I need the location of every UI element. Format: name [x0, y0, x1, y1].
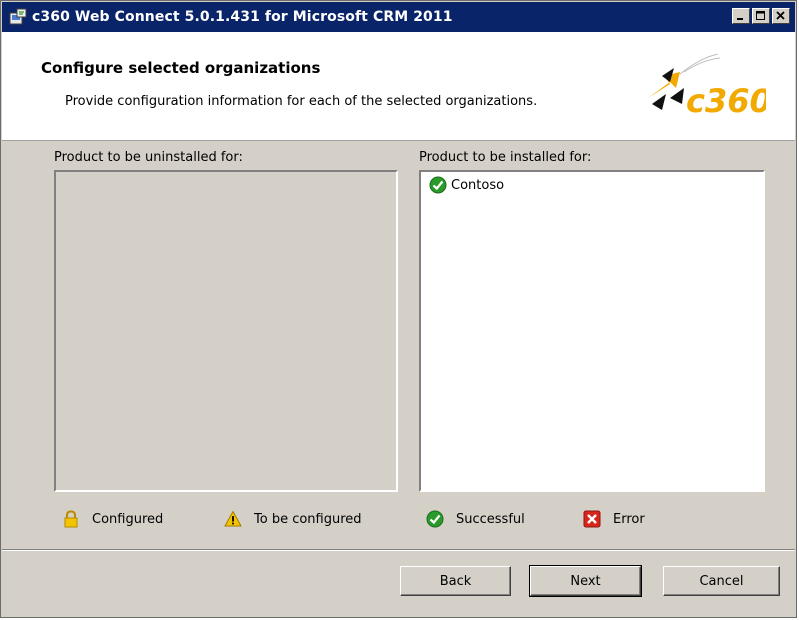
window-controls: [732, 8, 790, 24]
error-x-icon: [583, 510, 601, 528]
legend-error: Error: [583, 510, 645, 528]
title-bar[interactable]: c360 Web Connect 5.0.1.431 for Microsoft…: [2, 2, 795, 32]
warning-icon: [224, 510, 242, 527]
success-check-icon: [426, 510, 444, 528]
installer-app-icon: [8, 7, 28, 27]
legend-label-error: Error: [613, 511, 645, 527]
maximize-icon: [756, 11, 765, 20]
page-description: Provide configuration information for ea…: [65, 94, 538, 109]
uninstall-list-label: Product to be uninstalled for:: [54, 150, 243, 165]
legend-label-to-be-configured: To be configured: [254, 511, 362, 527]
cancel-button[interactable]: Cancel: [663, 566, 780, 596]
lock-icon: [64, 510, 78, 528]
close-button[interactable]: [772, 8, 790, 24]
legend-label-successful: Successful: [456, 511, 525, 527]
close-icon: [776, 11, 785, 20]
maximize-button[interactable]: [752, 8, 770, 24]
wizard-header: Configure selected organizations Provide…: [2, 32, 795, 141]
installer-window: c360 Web Connect 5.0.1.431 for Microsoft…: [0, 0, 797, 618]
install-list-label: Product to be installed for:: [419, 150, 592, 165]
install-listbox[interactable]: Contoso: [419, 170, 765, 492]
c360-logo: c360: [640, 53, 772, 122]
next-button[interactable]: Next: [529, 565, 642, 597]
legend-successful: Successful: [426, 510, 525, 528]
list-item-contoso[interactable]: Contoso: [429, 176, 504, 194]
minimize-button[interactable]: [732, 8, 750, 24]
list-item-label: Contoso: [451, 177, 505, 193]
page-title: Configure selected organizations: [41, 59, 321, 77]
legend-configured: Configured: [62, 510, 163, 528]
window-title: c360 Web Connect 5.0.1.431 for Microsoft…: [32, 9, 453, 25]
logo-text: c360: [686, 82, 766, 120]
legend-to-be-configured: To be configured: [224, 510, 362, 528]
minimize-icon: [737, 18, 743, 20]
back-button[interactable]: Back: [400, 566, 511, 596]
status-legend: Configured To be configured Successful E…: [1, 510, 798, 534]
footer-divider: [2, 549, 795, 551]
legend-label-configured: Configured: [92, 511, 164, 527]
success-check-icon: [429, 176, 447, 194]
uninstall-listbox[interactable]: [54, 170, 398, 492]
